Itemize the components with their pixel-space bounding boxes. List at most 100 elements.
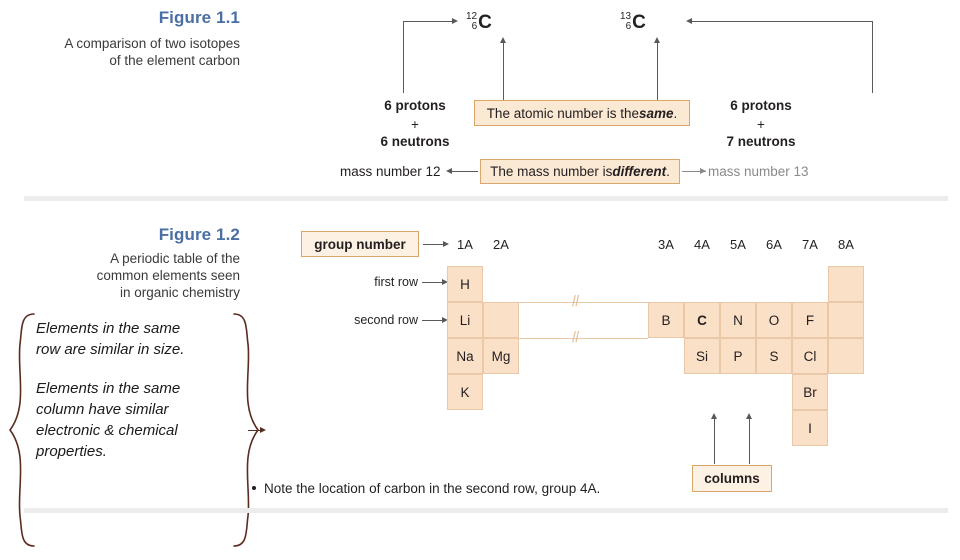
connector-right-horizontal — [692, 21, 872, 22]
first-row-label: first row — [374, 275, 418, 289]
callout-mass-emphasis: different — [612, 164, 667, 179]
figure-1-1-subtitle-line1: A comparison of two isotopes — [64, 36, 240, 51]
annotation-block2-line3: electronic & chemical — [36, 422, 178, 439]
connector-atomic-left-vertical — [503, 42, 504, 100]
callout-atomic-prefix: The atomic number is the — [486, 105, 640, 121]
arrowhead-left-mass — [446, 167, 452, 174]
isotope-carbon-13-numbers: 13 6 — [620, 12, 631, 32]
connector-left-horizontal — [403, 21, 453, 22]
element-cell-li: Li — [447, 302, 483, 338]
connector-right-vertical — [872, 21, 873, 93]
left-plus-sign: + — [411, 117, 419, 132]
element-cell-i: I — [792, 410, 828, 446]
group-header-2a: 2A — [493, 237, 509, 252]
element-cell-h: H — [447, 266, 483, 302]
group-header-3a: 3A — [658, 237, 674, 252]
element-cell-cl: Cl — [792, 338, 828, 374]
annotation-block-2: Elements in the same column have similar… — [36, 378, 241, 462]
section-divider-top — [24, 196, 948, 201]
isotope-carbon-12: 12 6 C — [466, 12, 492, 32]
connector-first-row — [422, 282, 444, 283]
left-mass-number-label: mass number 12 — [340, 164, 441, 179]
element-cell-k: K — [447, 374, 483, 410]
figure-1-2-subtitle-line1: A periodic table of the — [110, 251, 240, 266]
annotation-block1-line2: row are similar in size. — [36, 341, 185, 358]
connector-left-vertical — [403, 21, 404, 93]
element-cell-o: O — [756, 302, 792, 338]
group-header-6a: 6A — [766, 237, 782, 252]
element-cell-si: Si — [684, 338, 720, 374]
right-neutrons-label: 7 neutrons — [706, 134, 816, 149]
isotope-carbon-13-symbol: C — [632, 11, 646, 33]
element-cell-br: Br — [792, 374, 828, 410]
arrowhead-to-carbon-12 — [452, 17, 458, 24]
element-cell-c: C — [684, 302, 720, 338]
element-cell-empty — [828, 338, 864, 374]
group-header-4a: 4A — [694, 237, 710, 252]
arrowhead-atomic-right — [653, 37, 660, 43]
connector-columns-left — [714, 418, 715, 464]
annotation-block2-line1: Elements in the same — [36, 380, 181, 397]
callout-mass-number: The mass number is different. — [480, 159, 680, 184]
connector-atomic-right-vertical — [657, 42, 658, 100]
figure-1-1-title: Figure 1.1 — [158, 8, 240, 27]
group-header-7a: 7A — [802, 237, 818, 252]
annotation-text: Elements in the same row are similar in … — [36, 318, 241, 462]
right-mass-number-label: mass number 13 — [708, 164, 809, 179]
element-cell-f: F — [792, 302, 828, 338]
element-cell-s: S — [756, 338, 792, 374]
isotope-carbon-12-numbers: 12 6 — [466, 12, 477, 32]
group-number-callout: group number — [301, 231, 419, 257]
annotation-block2-line4: properties. — [36, 443, 107, 460]
element-cell-na: Na — [447, 338, 483, 374]
slide-canvas: Figure 1.1 A comparison of two isotopes … — [0, 0, 960, 547]
group-header-8a: 8A — [838, 237, 854, 252]
element-cell-p: P — [720, 338, 756, 374]
columns-callout: columns — [692, 465, 772, 492]
connector-second-row — [422, 320, 444, 321]
callout-atomic-suffix: . — [673, 105, 678, 121]
connector-columns-right — [749, 418, 750, 464]
right-protons-text: 6 protons — [730, 98, 792, 113]
arrowhead-atomic-left — [499, 37, 506, 43]
arrowhead-columns-right — [745, 413, 752, 419]
annotation-block-1: Elements in the same row are similar in … — [36, 318, 241, 360]
break-mark-upper: // — [571, 292, 579, 311]
element-cell-empty — [483, 302, 519, 338]
left-protons-label: 6 protons — [360, 98, 470, 113]
group-header-1a: 1A — [457, 237, 473, 252]
element-cell-b: B — [648, 302, 684, 338]
element-cell-empty — [828, 266, 864, 302]
arrowhead-columns-left — [710, 413, 717, 419]
annotation-block2-line2: column have similar — [36, 401, 169, 418]
figure-1-2-title: Figure 1.2 — [158, 225, 240, 244]
left-neutrons-text: 6 neutrons — [380, 134, 450, 149]
group-number-label: group number — [314, 236, 406, 252]
connector-left-mass-line — [450, 171, 478, 172]
isotope-carbon-13: 13 6 C — [620, 12, 646, 32]
annotation-block1-line1: Elements in the same — [36, 320, 181, 337]
element-cell-mg: Mg — [483, 338, 519, 374]
element-cell-empty — [828, 302, 864, 338]
right-plus-sign: + — [757, 117, 765, 132]
columns-label: columns — [704, 471, 760, 486]
figure-1-2-subtitle-line2: common elements seen — [96, 268, 240, 283]
callout-atomic-emphasis: same — [639, 105, 674, 121]
brace-pointer-arrowhead — [260, 426, 266, 433]
break-mark-lower: // — [571, 328, 579, 347]
isotope-carbon-12-atomic-number: 6 — [471, 21, 478, 32]
section-divider-bottom — [24, 508, 948, 513]
callout-atomic-number: The atomic number is the same. — [474, 100, 690, 126]
callout-mass-prefix: The mass number is — [490, 164, 613, 179]
isotope-carbon-12-symbol: C — [478, 11, 492, 33]
connector-group-number — [423, 244, 445, 245]
right-neutrons-text: 7 neutrons — [726, 134, 796, 149]
arrowhead-right-mass — [700, 167, 706, 174]
left-neutrons-label: 6 neutrons — [360, 134, 470, 149]
right-protons-label: 6 protons — [706, 98, 816, 113]
callout-mass-suffix: . — [666, 164, 670, 179]
figure-1-1-subtitle-line2: of the element carbon — [109, 53, 240, 68]
left-protons-text: 6 protons — [384, 98, 446, 113]
group-header-5a: 5A — [730, 237, 746, 252]
element-cell-n: N — [720, 302, 756, 338]
